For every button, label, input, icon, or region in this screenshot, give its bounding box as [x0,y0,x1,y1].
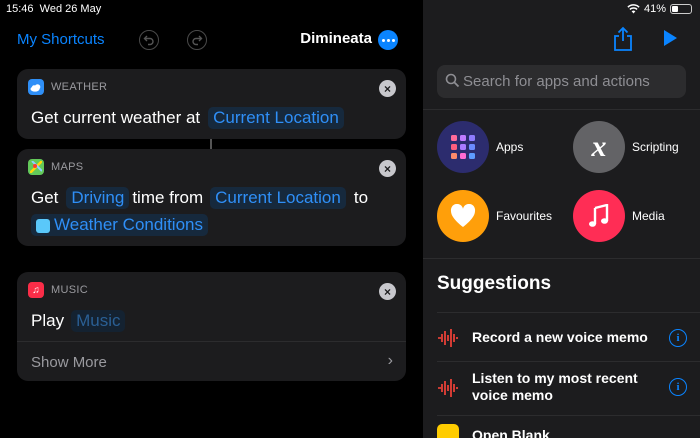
action-app-label: WEATHER [51,81,108,93]
info-icon[interactable]: i [669,378,687,396]
heart-icon [437,190,489,242]
action-content-line-1: Get Driving time from Current Location t… [31,187,368,209]
action-app-label: MUSIC [51,284,88,296]
divider [423,109,700,110]
action-text: time from [132,188,204,207]
divider [423,258,700,259]
suggestion-record-voice-memo[interactable]: Record a new voice memo i [423,318,700,358]
info-icon[interactable]: i [669,329,687,347]
wifi-icon [627,4,640,14]
weather-token-icon [36,218,50,233]
shortcut-title[interactable]: Dimineata [0,30,372,47]
remove-action-button[interactable]: × [379,80,396,97]
category-label: Apps [496,140,524,154]
action-content: Get current weather at Current Location [31,107,347,129]
suggestion-open-blank[interactable]: Open Blank [423,420,700,438]
action-app-label: MAPS [51,161,84,173]
battery-level [672,6,679,12]
action-content-line-2: Weather Conditions [31,214,211,236]
action-text: Play [31,311,65,330]
action-text: Get [31,188,59,207]
category-scripting[interactable]: x Scripting [573,121,679,173]
action-card-maps[interactable]: MAPS × Get Driving time from Current Loc… [17,149,406,246]
category-apps[interactable]: Apps [437,121,523,173]
current-location-token[interactable]: Current Location [210,187,346,209]
more-dot [381,38,385,42]
voice-memo-icon [438,329,458,347]
action-header: ♫ MUSIC [28,282,88,298]
search-input[interactable] [463,65,683,98]
suggestions-heading: Suggestions [437,273,552,294]
weather-conditions-token[interactable]: Weather Conditions [31,214,208,236]
action-card-music[interactable]: ♫ MUSIC × Play Music Show More › [17,272,406,381]
divider [437,361,700,362]
divider [437,312,700,313]
action-header: MAPS [28,159,83,175]
divider [437,415,700,416]
suggestion-label-line-1: Listen to my most recent [472,370,638,386]
music-icon: ♫ [28,282,44,298]
weather-icon [28,79,44,95]
suggestion-listen-voice-memo[interactable]: Listen to my most recent voice memo i [423,366,700,410]
action-header: WEATHER [28,79,107,95]
remove-action-button[interactable]: × [379,283,396,300]
category-media[interactable]: Media [573,190,665,242]
more-dot [386,38,390,42]
status-indicators: 41% [627,3,692,15]
status-bar: 15:46 Wed 26 May 41% [0,0,700,18]
scripting-x-icon: x [573,121,625,173]
show-more-label: Show More [31,354,107,371]
music-token[interactable]: Music [71,310,126,332]
driving-token[interactable]: Driving [66,187,130,209]
current-location-token[interactable]: Current Location [208,107,344,129]
weather-conditions-label: Weather Conditions [54,215,203,234]
nav-bar: My Shortcuts Dimineata [0,18,700,62]
suggestion-label: Open Blank [472,427,550,438]
status-time: 15:46 Wed 26 May [6,3,102,15]
remove-action-button[interactable]: × [379,160,396,177]
category-label: Favourites [496,209,553,223]
search-bar[interactable] [437,65,686,98]
action-text: to [353,188,369,207]
suggestion-label: Listen to my most recent voice memo [472,370,638,404]
search-icon [445,73,460,88]
action-connector [210,139,212,149]
more-dot [391,38,395,42]
shortcut-details-button[interactable] [378,30,398,50]
action-content: Play Music [31,310,128,332]
music-note-icon [573,190,625,242]
category-label: Media [632,209,665,223]
category-label: Scripting [632,140,679,154]
maps-icon [28,159,44,175]
notes-icon [437,424,459,438]
action-text: Get current weather at [31,108,201,127]
chevron-right-icon: › [387,352,393,369]
voice-memo-icon [438,379,458,397]
apps-grid-icon [437,121,489,173]
show-more-row[interactable]: Show More › [17,341,406,381]
action-card-weather[interactable]: WEATHER × Get current weather at Current… [17,69,406,139]
suggestion-label-line-2: voice memo [472,387,553,403]
share-icon[interactable] [612,26,634,52]
run-shortcut-button[interactable] [662,29,678,47]
suggestion-label: Record a new voice memo [472,329,648,345]
battery-percent: 41% [643,3,666,15]
category-favourites[interactable]: Favourites [437,190,552,242]
battery-icon [670,4,692,14]
